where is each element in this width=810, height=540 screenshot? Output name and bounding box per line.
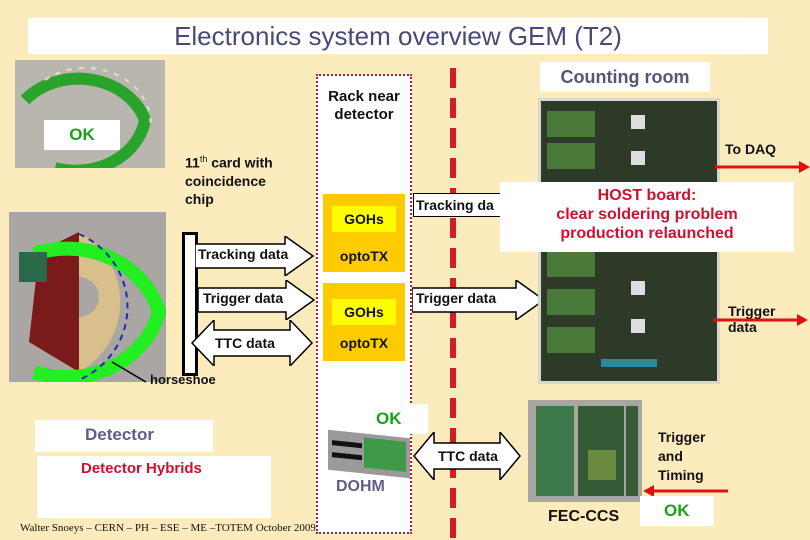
fec-ok-box: OK [640,496,714,526]
opto-label-2: optoTX [339,335,389,351]
ttc-data-bottom-label: TTC data [438,448,498,464]
tracking-data-right-box: Tracking da [413,193,508,217]
green-arc-card-icon [20,67,152,168]
ttc-data-left-label: TTC data [215,335,275,351]
trigger-timing-line2: and [658,448,683,464]
detector-hybrids-box: Detector Hybrids [37,456,271,518]
goh-label-2: GOHs [332,299,396,325]
goh-label-1: GOHs [332,206,396,232]
card-note: 11th card with coincidence chip [185,150,273,208]
to-daq-label: To DAQ [725,141,777,157]
dohm-ok-box: OK [360,404,428,434]
horseshoe-pointer-line [111,361,147,383]
trigger-timing-line1: Trigger [658,429,706,445]
host-note-line3: production relaunched [560,225,734,242]
trigger-data-out-arrow [713,314,808,326]
card-note-number: 11 [185,154,200,171]
footer-credit: Walter Snoeys – CERN – PH – ESE – ME –TO… [20,522,316,534]
card-ok-label: OK [69,125,95,144]
to-daq-arrow [715,161,810,173]
detector-label: Detector [85,425,154,444]
trigger-data-left-label: Trigger data [203,290,284,306]
dohm-label: DOHM [336,478,385,495]
dohm-ok-label: OK [376,409,402,428]
card-note-line3: chip [185,190,214,207]
host-board-note: HOST board: clear soldering problem prod… [500,182,794,252]
horseshoe-detector-icon [19,232,166,382]
dohm-photo [328,429,410,479]
rack-title-line2: detector [334,106,394,123]
detector-label-box: Detector [35,420,213,452]
host-note-line1: HOST board: [597,187,697,204]
horseshoe-photo [9,212,166,382]
goh-block-1: GOHs optoTX [323,194,405,272]
tracking-data-left-label: Tracking data [198,246,289,262]
trigger-timing-line3: Timing [658,467,704,483]
counting-room-label: Counting room [560,66,690,87]
card-ok-box: OK [44,120,120,150]
trigger-data-right-label: Trigger data [416,290,497,306]
fec-ccs-photo [528,400,642,502]
detector-hybrids-label: Detector Hybrids [81,460,202,477]
card-photo [15,60,165,168]
goh-block-2: GOHs optoTX [323,283,405,361]
fec-ok-label: OK [664,501,690,520]
host-note-line2: clear soldering problem [556,206,738,223]
tracking-data-right-label: Tracking da [416,197,494,213]
card-note-rest: card with [207,154,273,171]
trigger-timing-label: Trigger and Timing [658,428,705,485]
rack-title-line1: Rack near [328,88,400,105]
card-note-line2: coincidence [185,172,266,189]
rack-title: Rack near detector [322,88,406,124]
opto-label-1: optoTX [339,248,389,264]
fec-ccs-label: FEC-CCS [548,508,620,525]
page-title: Electronics system overview GEM (T2) [174,20,622,51]
title-banner: Electronics system overview GEM (T2) [28,18,768,54]
counting-room-label-box: Counting room [540,62,710,92]
